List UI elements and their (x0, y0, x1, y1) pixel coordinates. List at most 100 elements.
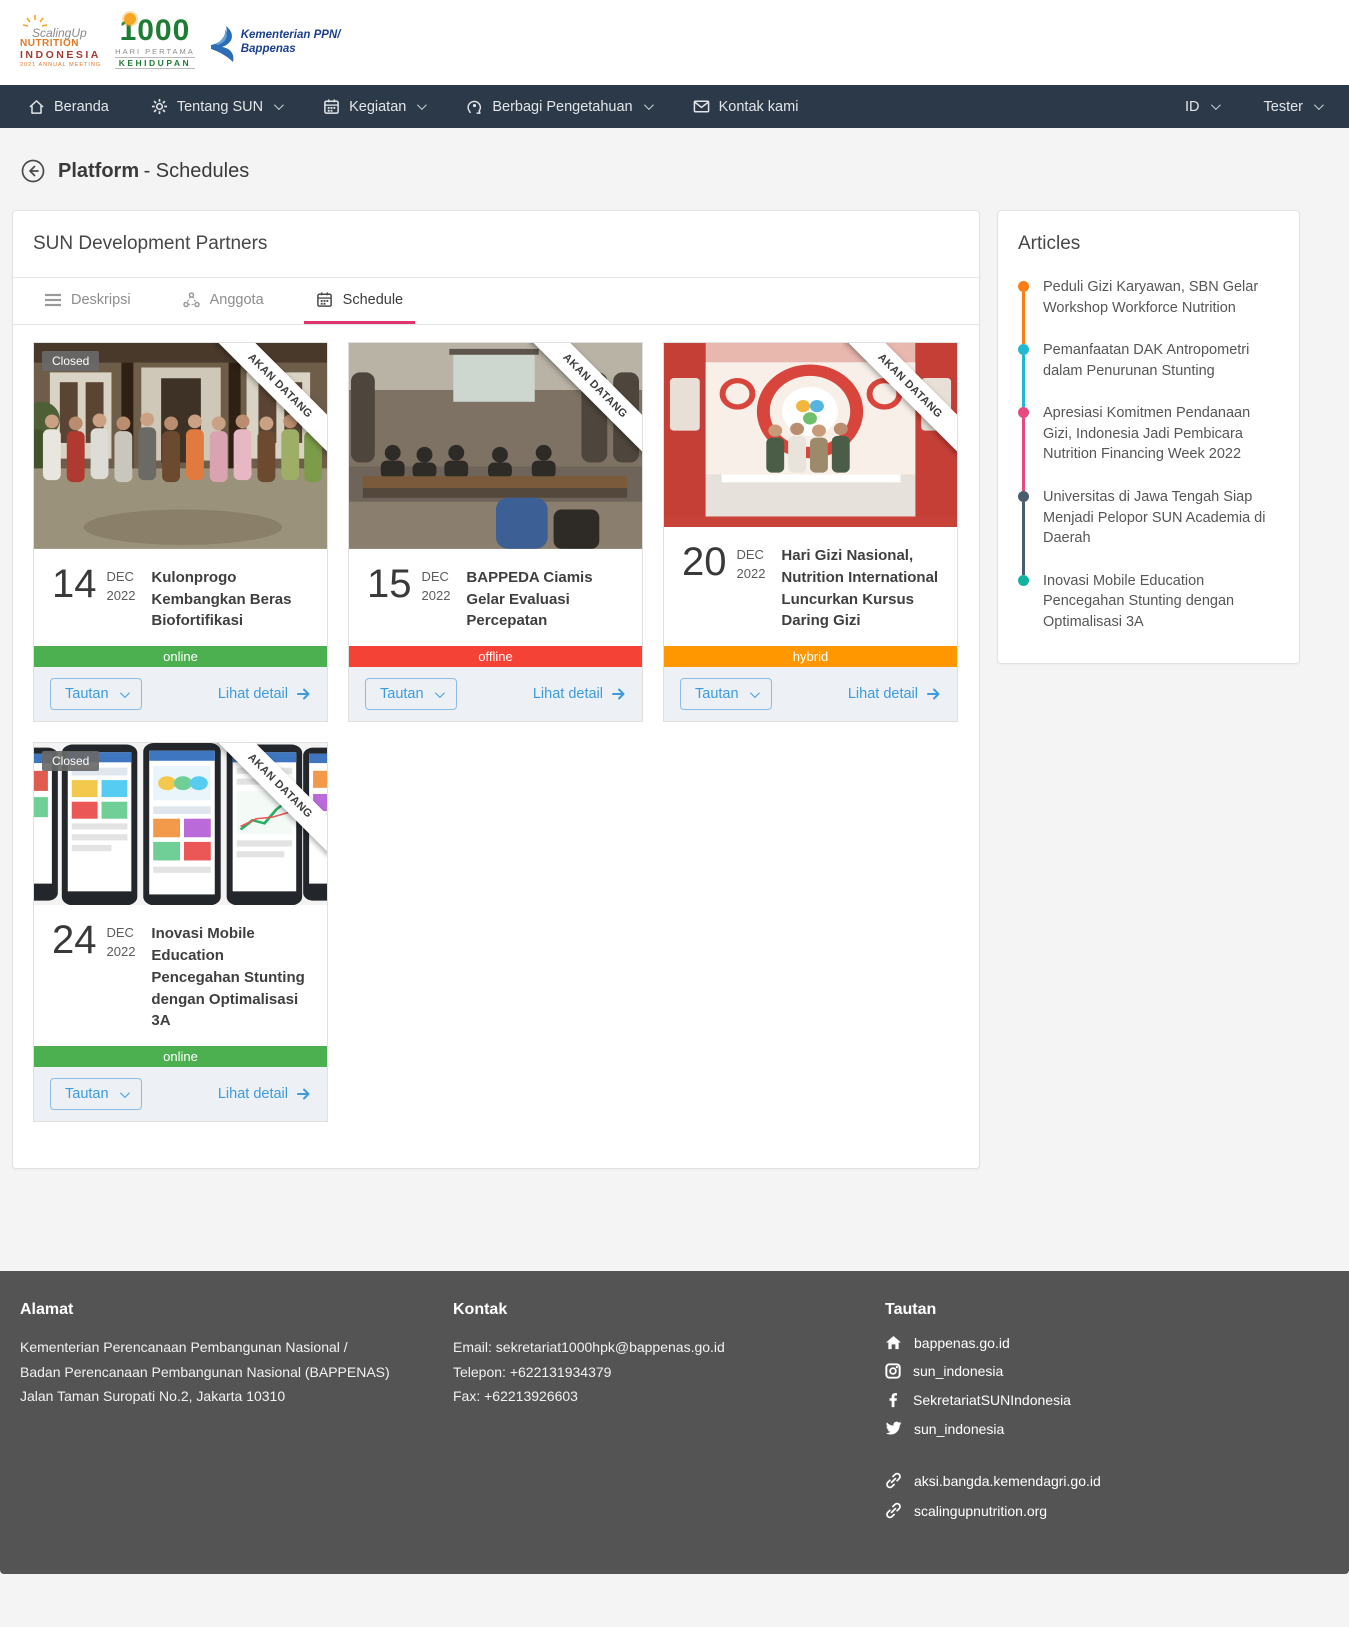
footer-link-twitter[interactable]: sun_indonesia (885, 1421, 1329, 1436)
status-badge: offline (349, 646, 642, 667)
event-year: 2022 (737, 565, 766, 584)
timeline-dot (1018, 491, 1029, 502)
footer-link-aksi-bangda[interactable]: aksi.bangda.kemendagri.go.id (885, 1472, 1329, 1489)
calendar-icon (323, 98, 340, 115)
knowledge-icon (466, 98, 483, 115)
tab-schedule[interactable]: Schedule (304, 278, 415, 324)
article-item[interactable]: Apresiasi Komitmen Pendanaan Gizi, Indon… (1018, 403, 1279, 465)
event-year: 2022 (422, 587, 451, 606)
tab-label: Deskripsi (71, 292, 131, 308)
tab-label: Schedule (343, 292, 403, 308)
event-image: Closed AKAN DATANG (34, 343, 327, 549)
nav-item-kegiatan[interactable]: Kegiatan (323, 98, 424, 115)
page-title-row: Platform - Schedules (0, 128, 1349, 210)
schedules-panel: SUN Development Partners Deskripsi Anggo… (12, 210, 980, 1169)
timeline-line (1022, 418, 1025, 491)
tautan-dropdown-button[interactable]: Tautan (680, 678, 772, 710)
event-month-year: DEC 2022 (107, 565, 136, 632)
nav-label: Kegiatan (349, 99, 406, 115)
timeline-dot (1018, 344, 1029, 355)
articles-sidebar: Articles Peduli Gizi Karyawan, SBN Gelar… (997, 210, 1300, 664)
tab-deskripsi[interactable]: Deskripsi (33, 278, 143, 324)
address-line: Badan Perencanaan Pembangunan Nasional (… (20, 1360, 453, 1385)
detail-label: Lihat detail (848, 686, 918, 702)
event-image: Closed AKAN DATANG (34, 743, 327, 905)
address-line: Jalan Taman Suropati No.2, Jakarta 10310 (20, 1384, 453, 1409)
chevron-down-icon (417, 100, 427, 110)
nav-item-tentang-sun[interactable]: Tentang SUN (151, 98, 281, 115)
sun-rays-icon (22, 15, 48, 31)
article-item[interactable]: Pemanfaatan DAK Antropometri dalam Penur… (1018, 340, 1279, 381)
tab-anggota[interactable]: Anggota (171, 278, 276, 324)
footer-link-scalingupnutrition[interactable]: scalingupnutrition.org (885, 1502, 1329, 1519)
event-day: 15 (367, 565, 412, 632)
event-day: 20 (682, 543, 727, 632)
hpk-1000-logo: 1000 HARI PERTAMA KEHIDUPAN (115, 16, 195, 69)
akan-datang-ribbon: AKAN DATANG (527, 343, 642, 455)
event-month: DEC (107, 568, 136, 587)
tautan-dropdown-button[interactable]: Tautan (50, 1078, 142, 1110)
tautan-label: Tautan (65, 686, 109, 702)
bappenas-logo: Kementerian PPN/ Bappenas (209, 23, 341, 63)
event-info: 20 DEC 2022 Hari Gizi Nasional, Nutritio… (664, 527, 957, 646)
arrow-right-icon (297, 688, 311, 700)
footer-link-instagram[interactable]: sun_indonesia (885, 1363, 1329, 1379)
article-item[interactable]: Inovasi Mobile Education Pencegahan Stun… (1018, 571, 1279, 633)
tab-label: Anggota (210, 292, 264, 308)
main-navbar: Beranda Tentang SUN (0, 85, 1349, 128)
tautan-dropdown-button[interactable]: Tautan (50, 678, 142, 710)
lihat-detail-link[interactable]: Lihat detail (533, 686, 626, 702)
tabs: Deskripsi Anggota Sch (13, 278, 979, 325)
event-card: AKAN DATANG 15 DEC 2022 BAPPEDA Ciamis G… (348, 342, 643, 722)
nav-item-kontak-kami[interactable]: Kontak kami (693, 99, 799, 115)
status-badge: hybrid (664, 646, 957, 667)
content: SUN Development Partners Deskripsi Anggo… (0, 210, 1349, 1169)
footer-link-label: SekretariatSUNIndonesia (913, 1393, 1071, 1407)
ribbon-wrap: AKAN DATANG (842, 343, 957, 458)
nav-item-beranda[interactable]: Beranda (28, 99, 109, 115)
panel-header: SUN Development Partners (13, 211, 979, 278)
user-dropdown[interactable]: Tester (1264, 99, 1322, 115)
contact-phone: Telepon: +622131934379 (453, 1360, 885, 1385)
nav-label: Beranda (54, 99, 109, 115)
panel-title: SUN Development Partners (33, 233, 959, 255)
closed-badge: Closed (42, 351, 99, 371)
event-day: 24 (52, 921, 97, 1032)
home-icon (28, 99, 45, 115)
akan-datang-ribbon: AKAN DATANG (212, 743, 327, 855)
event-title: Kulonprogo Kembangkan Beras Biofortifika… (151, 565, 309, 632)
site-footer: Alamat Kementerian Perencanaan Pembangun… (0, 1271, 1349, 1574)
lihat-detail-link[interactable]: Lihat detail (848, 686, 941, 702)
timeline-line (1022, 355, 1025, 407)
event-year: 2022 (107, 943, 136, 962)
article-item[interactable]: Peduli Gizi Karyawan, SBN Gelar Workshop… (1018, 277, 1279, 318)
tautan-dropdown-button[interactable]: Tautan (365, 678, 457, 710)
footer-link-label: bappenas.go.id (914, 1336, 1010, 1350)
nav-item-berbagi-pengetahuan[interactable]: Berbagi Pengetahuan (466, 98, 650, 115)
timeline-line (1022, 502, 1025, 575)
article-item[interactable]: Universitas di Jawa Tengah Siap Menjadi … (1018, 487, 1279, 549)
language-dropdown[interactable]: ID (1185, 99, 1218, 115)
facebook-icon (885, 1392, 901, 1408)
akan-datang-ribbon: AKAN DATANG (212, 343, 327, 455)
lihat-detail-link[interactable]: Lihat detail (218, 686, 311, 702)
event-card-footer: Tautan Lihat detail (34, 667, 327, 721)
logo-hari-pertama-text: HARI PERTAMA (115, 48, 195, 56)
footer-link-bappenas[interactable]: bappenas.go.id (885, 1335, 1329, 1350)
closed-badge: Closed (42, 751, 99, 771)
list-icon (45, 293, 61, 307)
tautan-label: Tautan (65, 1086, 109, 1102)
footer-address-heading: Alamat (20, 1301, 453, 1319)
nav-left: Beranda Tentang SUN (28, 98, 840, 115)
chevron-down-icon (120, 688, 130, 698)
footer-links-section: Tautan bappenas.go.id sun_indonesia Sekr… (885, 1301, 1329, 1532)
event-card-footer: Tautan Lihat detail (664, 667, 957, 721)
bappenas-swoosh-icon (209, 23, 235, 63)
status-badge: online (34, 646, 327, 667)
footer-link-facebook[interactable]: SekretariatSUNIndonesia (885, 1392, 1329, 1408)
footer-link-label: sun_indonesia (914, 1422, 1004, 1436)
lihat-detail-link[interactable]: Lihat detail (218, 1086, 311, 1102)
twitter-icon (885, 1421, 902, 1436)
back-button[interactable] (20, 158, 46, 184)
article-text: Inovasi Mobile Education Pencegahan Stun… (1043, 571, 1279, 633)
